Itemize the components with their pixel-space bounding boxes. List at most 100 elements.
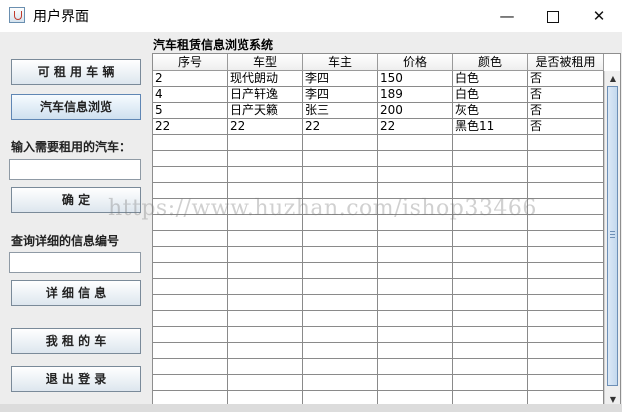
table-row[interactable] — [153, 311, 604, 327]
table-cell[interactable] — [453, 231, 528, 247]
table-cell[interactable] — [303, 279, 378, 295]
table-cell[interactable]: 5 — [153, 103, 228, 119]
table-row[interactable] — [153, 231, 604, 247]
table-cell[interactable]: 白色 — [453, 71, 528, 87]
column-header[interactable]: 价格 — [378, 54, 453, 71]
table-cell[interactable] — [453, 327, 528, 343]
table-cell[interactable] — [453, 359, 528, 375]
table-cell[interactable] — [378, 311, 453, 327]
table-cell[interactable] — [528, 327, 604, 343]
table-cell[interactable] — [228, 263, 303, 279]
table-cell[interactable] — [228, 343, 303, 359]
table-cell[interactable] — [528, 199, 604, 215]
table-cell[interactable] — [303, 295, 378, 311]
table-cell[interactable] — [228, 327, 303, 343]
table-cell[interactable] — [153, 247, 228, 263]
table-cell[interactable] — [303, 231, 378, 247]
table-cell[interactable] — [453, 295, 528, 311]
table-row[interactable]: 4 日产轩逸 李四 189 白色否 — [153, 87, 604, 103]
table-cell[interactable] — [303, 247, 378, 263]
table-cell[interactable] — [378, 343, 453, 359]
table-cell[interactable] — [153, 327, 228, 343]
table-cell[interactable] — [528, 151, 604, 167]
rent-car-input[interactable] — [9, 159, 141, 180]
table-cell[interactable]: 189 — [378, 87, 453, 103]
query-id-input[interactable] — [9, 252, 141, 273]
table-cell[interactable] — [528, 295, 604, 311]
table-cell[interactable] — [528, 375, 604, 391]
table-cell[interactable]: 否 — [528, 87, 604, 103]
table-row[interactable]: 5 日产天籁 张三 200 灰色否 — [153, 103, 604, 119]
table-cell[interactable]: 日产轩逸 — [228, 87, 303, 103]
table-cell[interactable] — [303, 311, 378, 327]
table-row[interactable] — [153, 359, 604, 375]
table-cell[interactable] — [378, 327, 453, 343]
table-cell[interactable] — [453, 167, 528, 183]
table-cell[interactable]: 李四 — [303, 87, 378, 103]
table-cell[interactable] — [453, 247, 528, 263]
table-cell[interactable] — [153, 135, 228, 151]
scroll-thumb[interactable] — [607, 86, 618, 386]
table-cell[interactable] — [303, 327, 378, 343]
table-cell[interactable] — [228, 167, 303, 183]
table-cell[interactable] — [528, 263, 604, 279]
table-cell[interactable] — [378, 263, 453, 279]
table-cell[interactable] — [228, 375, 303, 391]
table-row[interactable]: 2 现代朗动 李四 150 白色否 — [153, 71, 604, 87]
table-cell[interactable] — [153, 343, 228, 359]
table-cell[interactable]: 22 — [153, 119, 228, 135]
column-header[interactable]: 车型 — [228, 54, 303, 71]
table-cell[interactable]: 否 — [528, 71, 604, 87]
table-cell[interactable] — [453, 263, 528, 279]
table-cell[interactable] — [303, 343, 378, 359]
table-cell[interactable]: 黑色11 — [453, 119, 528, 135]
column-header[interactable]: 是否被租用 — [528, 54, 604, 71]
table-cell[interactable] — [303, 263, 378, 279]
table-cell[interactable]: 150 — [378, 71, 453, 87]
table-cell[interactable] — [528, 343, 604, 359]
table-cell[interactable] — [528, 215, 604, 231]
table-cell[interactable] — [228, 135, 303, 151]
table-cell[interactable] — [453, 151, 528, 167]
browse-cars-button[interactable]: 汽车信息浏览 — [11, 94, 141, 120]
table-cell[interactable] — [528, 183, 604, 199]
table-cell[interactable] — [228, 295, 303, 311]
table-row[interactable] — [153, 263, 604, 279]
table-cell[interactable] — [228, 231, 303, 247]
table-cell[interactable]: 张三 — [303, 103, 378, 119]
column-header[interactable]: 序号 — [153, 54, 228, 71]
table-cell[interactable] — [303, 167, 378, 183]
table-cell[interactable] — [153, 375, 228, 391]
table-row[interactable] — [153, 375, 604, 391]
table-cell[interactable] — [378, 359, 453, 375]
table-cell[interactable] — [153, 231, 228, 247]
table-cell[interactable] — [228, 247, 303, 263]
table-cell[interactable]: 22 — [228, 119, 303, 135]
column-header[interactable]: 颜色 — [453, 54, 528, 71]
table-cell[interactable] — [153, 279, 228, 295]
table-cell[interactable]: 22 — [378, 119, 453, 135]
table-cell[interactable] — [228, 359, 303, 375]
table-cell[interactable] — [528, 247, 604, 263]
table-cell[interactable] — [153, 311, 228, 327]
table-cell[interactable] — [453, 375, 528, 391]
table-cell[interactable]: 200 — [378, 103, 453, 119]
details-button[interactable]: 详 细 信 息 — [11, 280, 141, 306]
my-rented-cars-button[interactable]: 我 租 的 车 — [11, 328, 141, 354]
table-cell[interactable]: 否 — [528, 103, 604, 119]
table-cell[interactable] — [378, 135, 453, 151]
table-cell[interactable] — [228, 151, 303, 167]
table-cell[interactable] — [378, 151, 453, 167]
table-cell[interactable] — [228, 311, 303, 327]
vertical-scrollbar[interactable]: ▲ ▼ — [604, 71, 620, 409]
table-cell[interactable]: 李四 — [303, 71, 378, 87]
close-button[interactable]: ✕ — [576, 0, 622, 32]
table-cell[interactable] — [378, 167, 453, 183]
table-cell[interactable] — [303, 375, 378, 391]
table-cell[interactable] — [528, 311, 604, 327]
minimize-button[interactable]: — — [484, 0, 530, 32]
table-row[interactable] — [153, 279, 604, 295]
table-cell[interactable] — [303, 151, 378, 167]
table-cell[interactable] — [153, 359, 228, 375]
scroll-up-icon[interactable]: ▲ — [606, 72, 620, 86]
